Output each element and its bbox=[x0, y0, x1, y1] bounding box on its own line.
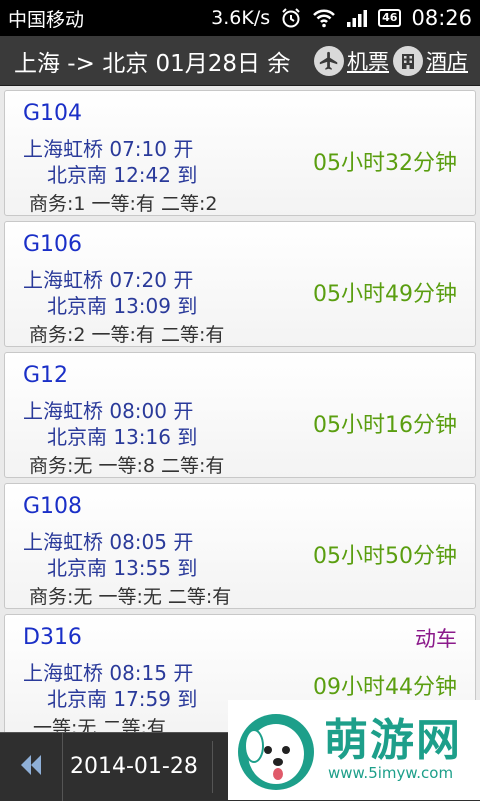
arrival-info: 北京南 13:16 到 bbox=[47, 425, 198, 449]
flight-ticket-link[interactable]: 机票 bbox=[314, 45, 389, 76]
departure-info: 上海虹桥 08:00 开 bbox=[23, 399, 194, 423]
title-bar: 上海 -> 北京 01月28日 余 机票 酒店 bbox=[0, 36, 480, 86]
train-number: G104 bbox=[23, 101, 83, 126]
departure-info: 上海虹桥 07:10 开 bbox=[23, 137, 194, 161]
network-type-badge: 46 bbox=[378, 9, 402, 27]
building-icon bbox=[393, 45, 423, 76]
arrival-info: 北京南 13:55 到 bbox=[47, 556, 198, 580]
departure-info: 上海虹桥 08:15 开 bbox=[23, 661, 194, 685]
duration: 05小时32分钟 bbox=[313, 151, 457, 176]
selected-date[interactable]: 2014-01-28 bbox=[70, 733, 198, 801]
divider bbox=[212, 741, 213, 793]
train-number: G106 bbox=[23, 232, 83, 257]
route-title: 上海 -> 北京 01月28日 余 bbox=[14, 50, 291, 77]
train-number: G12 bbox=[23, 363, 69, 388]
signal-icon bbox=[346, 8, 368, 28]
status-right: 3.6K/s 46 08:26 bbox=[211, 6, 472, 30]
train-number: G108 bbox=[23, 494, 83, 519]
status-bar: 中国移动 3.6K/s 46 08:26 bbox=[0, 0, 480, 36]
net-speed: 3.6K/s bbox=[211, 7, 271, 29]
airplane-icon bbox=[314, 45, 344, 76]
seat-availability: 一等:无 二等:有 bbox=[33, 717, 166, 732]
train-card[interactable]: G104 上海虹桥 07:10 开 北京南 12:42 到 05小时32分钟 商… bbox=[4, 90, 476, 216]
duration: 09小时44分钟 bbox=[313, 675, 457, 700]
watermark-brand: 萌游网 bbox=[324, 715, 462, 766]
rewind-icon bbox=[17, 751, 45, 783]
train-number: D316 bbox=[23, 625, 82, 650]
seat-availability: 商务:无 一等:8 二等:有 bbox=[29, 455, 225, 477]
arrival-info: 北京南 13:09 到 bbox=[47, 294, 198, 318]
seat-availability: 商务:2 一等:有 二等:有 bbox=[29, 324, 225, 346]
flight-ticket-label: 机票 bbox=[347, 49, 389, 74]
alarm-icon bbox=[280, 7, 302, 29]
duration: 05小时50分钟 bbox=[313, 544, 457, 569]
watermark-logo: 萌游网 www.5imyw.com bbox=[228, 700, 480, 800]
clock: 08:26 bbox=[411, 6, 472, 30]
train-type: 动车 bbox=[415, 627, 457, 651]
dog-mascot-icon bbox=[232, 706, 320, 800]
previous-day-button[interactable] bbox=[0, 733, 63, 801]
train-card[interactable]: G12 上海虹桥 08:00 开 北京南 13:16 到 05小时16分钟 商务… bbox=[4, 352, 476, 478]
departure-info: 上海虹桥 07:20 开 bbox=[23, 268, 194, 292]
duration: 05小时49分钟 bbox=[313, 282, 457, 307]
wifi-icon bbox=[312, 8, 336, 28]
hotel-link[interactable]: 酒店 bbox=[393, 45, 468, 76]
duration: 05小时16分钟 bbox=[313, 413, 457, 438]
watermark-url: www.5imyw.com bbox=[328, 764, 454, 782]
train-list: G104 上海虹桥 07:10 开 北京南 12:42 到 05小时32分钟 商… bbox=[0, 86, 480, 732]
train-card[interactable]: G106 上海虹桥 07:20 开 北京南 13:09 到 05小时49分钟 商… bbox=[4, 221, 476, 347]
arrival-info: 北京南 17:59 到 bbox=[47, 687, 198, 711]
seat-availability: 商务:1 一等:有 二等:2 bbox=[29, 193, 218, 215]
arrival-info: 北京南 12:42 到 bbox=[47, 163, 198, 187]
carrier-name: 中国移动 bbox=[8, 8, 85, 31]
seat-availability: 商务:无 一等:无 二等:有 bbox=[29, 586, 232, 608]
departure-info: 上海虹桥 08:05 开 bbox=[23, 530, 194, 554]
hotel-label: 酒店 bbox=[426, 49, 468, 74]
train-card[interactable]: G108 上海虹桥 08:05 开 北京南 13:55 到 05小时50分钟 商… bbox=[4, 483, 476, 609]
